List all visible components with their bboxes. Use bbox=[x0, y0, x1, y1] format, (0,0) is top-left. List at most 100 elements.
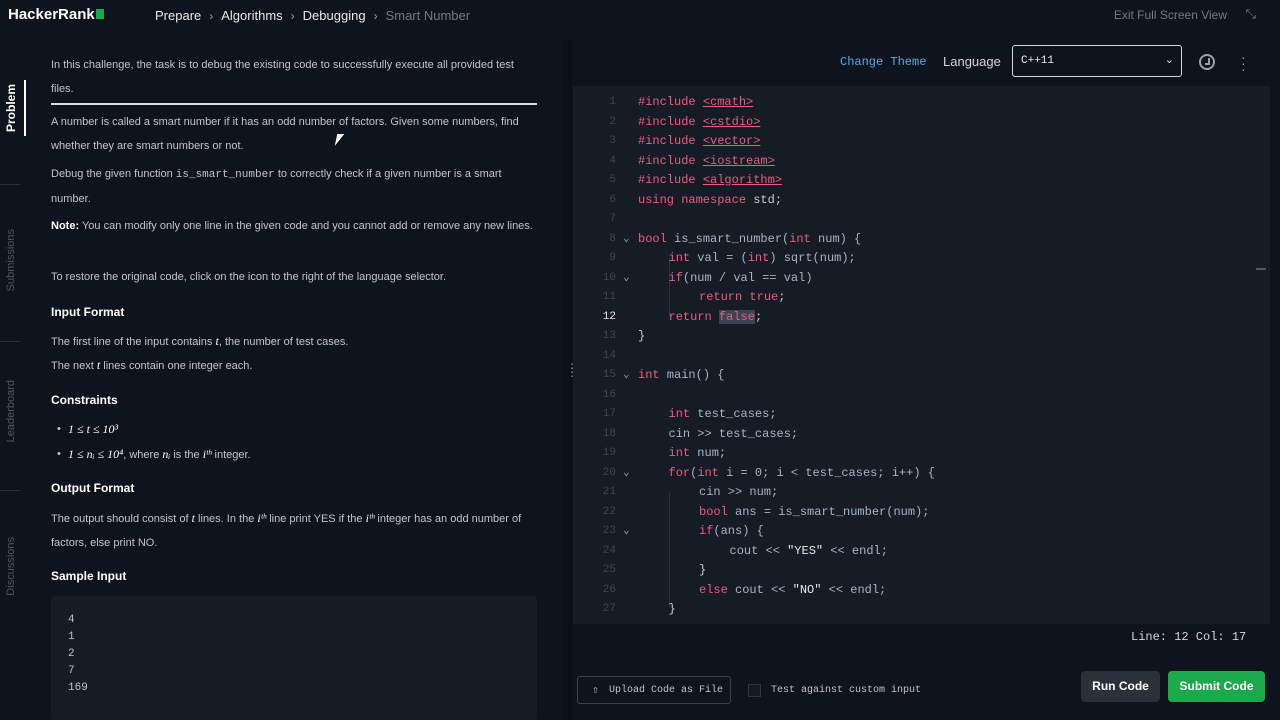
code-line[interactable]: 4 #include <iostream> bbox=[573, 152, 1270, 172]
change-theme-link[interactable]: Change Theme bbox=[840, 55, 926, 69]
code-text: int num; bbox=[669, 444, 727, 464]
code-token: if bbox=[699, 524, 714, 538]
upload-icon: ⇧ bbox=[592, 685, 599, 697]
fold-chevron-icon[interactable]: ⌄ bbox=[623, 269, 630, 289]
code-token: val = ( bbox=[690, 251, 748, 265]
collapse-icon[interactable]: ⤡ bbox=[1246, 6, 1256, 22]
code-token: return bbox=[699, 290, 743, 304]
code-text: cout << "YES" << endl; bbox=[730, 542, 888, 562]
code-editor[interactable]: 1 #include <cmath> 2 #include <cstdio> 3 #inc… bbox=[573, 86, 1270, 624]
custom-input-label[interactable]: Test against custom input bbox=[771, 685, 921, 696]
exit-full-screen-link[interactable]: Exit Full Screen View bbox=[1114, 8, 1227, 22]
code-line[interactable]: 20 ⌄ for(int i = 0; i < test_cases; i++) { bbox=[573, 464, 1270, 484]
tab-leaderboard[interactable]: Leaderboard bbox=[0, 375, 22, 447]
code-line[interactable]: 12 return false; bbox=[573, 308, 1270, 328]
note-text: Note: You can modify only one line in th… bbox=[51, 220, 533, 232]
fold-chevron-icon[interactable]: ⌄ bbox=[623, 366, 630, 386]
tab-submissions[interactable]: Submissions bbox=[0, 220, 22, 300]
code-text: } bbox=[699, 561, 706, 581]
code-token: << endl; bbox=[821, 582, 887, 597]
code-token: is_smart_number( bbox=[666, 231, 790, 246]
code-line[interactable]: 3 #include <vector> bbox=[573, 132, 1270, 152]
code-token: int bbox=[668, 251, 691, 265]
line-number: 3 bbox=[609, 135, 616, 147]
code-token: #include bbox=[638, 173, 696, 187]
line-number: 8 bbox=[609, 232, 616, 245]
line-number: 21 bbox=[602, 486, 616, 498]
code-token: for bbox=[668, 465, 691, 480]
code-line[interactable]: 23 ⌄ if(ans) { bbox=[573, 522, 1270, 542]
line-number: 18 bbox=[602, 427, 616, 440]
code-token: <vector> bbox=[702, 134, 761, 148]
line-number: 5 bbox=[609, 174, 616, 186]
code-line[interactable]: 26 else cout << "NO" << endl; bbox=[573, 581, 1270, 601]
code-line[interactable]: 24 cout << "YES" << endl; bbox=[573, 542, 1270, 562]
input-line-1: The first line of the input contains t, … bbox=[51, 334, 349, 348]
code-line[interactable]: 16 bbox=[573, 386, 1270, 406]
code-line[interactable]: 18 cin >> test_cases; bbox=[573, 425, 1270, 445]
constraint-item: 1 ≤ nᵢ ≤ 10⁴, where nᵢ is the iᵗʰ intege… bbox=[57, 442, 251, 467]
code-text: #include <vector> bbox=[638, 132, 760, 152]
tab-problem[interactable]: Problem bbox=[0, 80, 26, 136]
code-line[interactable]: 22 bool ans = is_smart_number(num); bbox=[573, 503, 1270, 523]
line-number: 11 bbox=[602, 291, 616, 303]
code-line[interactable]: 8 ⌄ bool is_smart_number(int num) { bbox=[573, 230, 1270, 250]
output-format-heading: Output Format bbox=[51, 481, 135, 495]
pane-splitter[interactable] bbox=[562, 40, 572, 720]
tab-discussions[interactable]: Discussions bbox=[0, 530, 22, 602]
code-line[interactable]: 6 using namespace std; bbox=[573, 191, 1270, 211]
code-line[interactable]: 9 int val = (int) sqrt(num); bbox=[573, 249, 1270, 269]
code-line[interactable]: 5 #include <algorithm> bbox=[573, 171, 1270, 191]
line-number: 24 bbox=[602, 544, 616, 557]
line-number: 12 bbox=[602, 310, 616, 323]
custom-input-checkbox[interactable] bbox=[748, 684, 761, 697]
breadcrumb-prepare[interactable]: Prepare bbox=[155, 8, 201, 23]
code-text: int test_cases; bbox=[669, 405, 777, 425]
code-text: #include <iostream> bbox=[638, 152, 775, 172]
code-text: else cout << "NO" << endl; bbox=[699, 581, 886, 601]
code-line[interactable]: 27} bbox=[573, 600, 1270, 620]
code-text: #include <cstdio> bbox=[638, 113, 760, 133]
code-line[interactable]: 15 ⌄ int main() { bbox=[573, 366, 1270, 386]
code-token: ; bbox=[778, 290, 786, 304]
code-token: num) { bbox=[810, 231, 862, 246]
code-token: } bbox=[638, 329, 646, 343]
code-token: int bbox=[638, 368, 660, 382]
code-text: return false; bbox=[668, 308, 762, 328]
code-line[interactable]: 11 return true; bbox=[573, 288, 1270, 308]
code-line[interactable]: 2 #include <cstdio> bbox=[573, 113, 1270, 133]
sample-line: 1 bbox=[68, 631, 75, 643]
run-code-button[interactable]: Run Code bbox=[1081, 671, 1160, 702]
upload-code-button[interactable]: ⇧ Upload Code as File bbox=[577, 676, 731, 704]
code-token: cout << bbox=[729, 543, 788, 558]
breadcrumb-algorithms[interactable]: Algorithms bbox=[221, 8, 282, 23]
code-line[interactable]: 10 ⌄ if(num / val == val) bbox=[573, 269, 1270, 289]
code-line[interactable]: 17 int test_cases; bbox=[573, 405, 1270, 425]
code-token: (num / val == val) bbox=[682, 270, 813, 285]
code-line[interactable]: 21 cin >> num; bbox=[573, 483, 1270, 503]
hackerrank-logo[interactable]: HackerRank bbox=[8, 6, 104, 23]
code-line[interactable]: 7 bbox=[573, 210, 1270, 230]
code-line[interactable]: 14 bbox=[573, 347, 1270, 367]
fold-chevron-icon[interactable]: ⌄ bbox=[623, 230, 630, 250]
code-token: return bbox=[668, 309, 712, 324]
code-line[interactable]: 25} bbox=[573, 561, 1270, 581]
more-options-icon[interactable]: · · · bbox=[1241, 50, 1246, 76]
language-select[interactable]: C++11 ⌄ bbox=[1012, 45, 1182, 77]
restore-code-icon[interactable] bbox=[1199, 54, 1215, 70]
fold-chevron-icon[interactable]: ⌄ bbox=[623, 464, 630, 484]
chevron-right-icon: › bbox=[209, 8, 214, 23]
breadcrumb-debugging[interactable]: Debugging bbox=[303, 8, 366, 23]
code-line[interactable]: 1 #include <cmath> bbox=[573, 93, 1270, 113]
fold-chevron-icon[interactable]: ⌄ bbox=[623, 522, 630, 542]
code-line[interactable]: 13} bbox=[573, 327, 1270, 347]
code-line[interactable]: 19 int num; bbox=[573, 444, 1270, 464]
code-text: cin >> test_cases; bbox=[669, 425, 799, 445]
line-number: 14 bbox=[602, 349, 616, 362]
line-number: 19 bbox=[602, 447, 616, 459]
submit-code-button[interactable]: Submit Code bbox=[1168, 671, 1265, 702]
code-token: else bbox=[699, 582, 728, 597]
chevron-right-icon: › bbox=[290, 8, 295, 23]
